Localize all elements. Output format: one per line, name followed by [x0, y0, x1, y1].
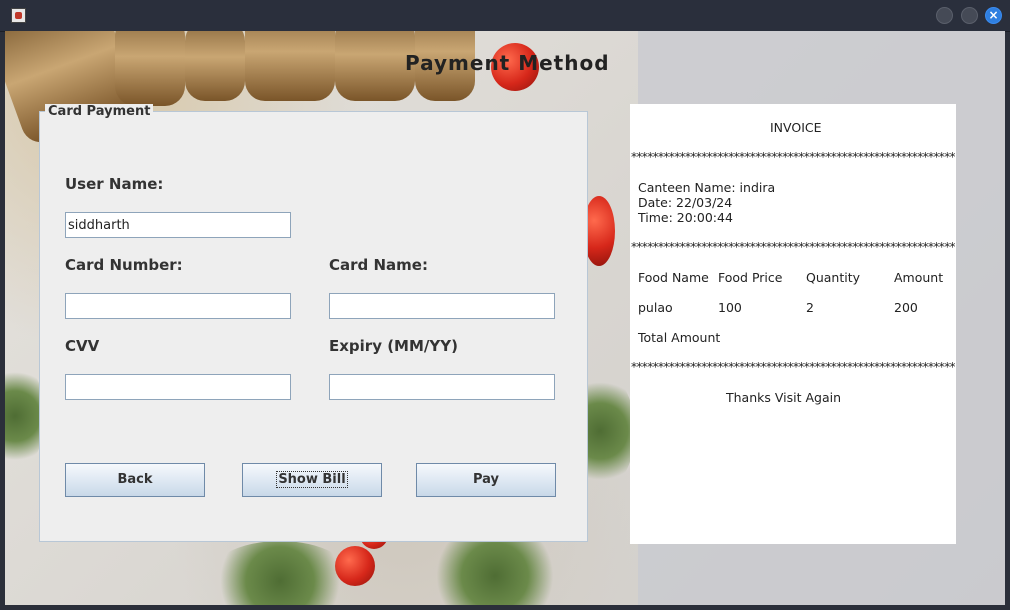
user-name-field[interactable] — [65, 212, 291, 238]
expiry-field[interactable] — [329, 374, 555, 400]
show-bill-button-label: Show Bill — [276, 471, 348, 488]
invoice-date: Date: 22/03/24 — [638, 195, 733, 210]
invoice-separator: ****************************************… — [631, 150, 955, 164]
close-icon: × — [988, 8, 999, 22]
java-app-icon — [11, 8, 26, 23]
close-button[interactable]: × — [985, 7, 1002, 24]
cvv-label: CVV — [65, 337, 100, 355]
card-number-label: Card Number: — [65, 256, 183, 274]
window-titlebar: × — [0, 0, 1010, 32]
expiry-label: Expiry (MM/YY) — [329, 337, 458, 355]
invoice-col-food-price: Food Price — [718, 270, 783, 285]
back-button[interactable]: Back — [65, 463, 205, 497]
pay-button-label: Pay — [472, 472, 500, 487]
invoice-col-quantity: Quantity — [806, 270, 861, 285]
invoice-panel: INVOICE ********************************… — [630, 104, 956, 544]
invoice-row-food-price: 100 — [718, 300, 742, 315]
back-button-label: Back — [117, 472, 153, 487]
window-content: Payment Method Card Payment User Name: C… — [5, 31, 1005, 605]
invoice-col-food-name: Food Name — [638, 270, 709, 285]
show-bill-button[interactable]: Show Bill — [242, 463, 382, 497]
card-payment-legend: Card Payment — [45, 104, 154, 119]
invoice-heading: INVOICE — [770, 120, 822, 135]
invoice-total-label: Total Amount — [638, 330, 721, 345]
cvv-field[interactable] — [65, 374, 291, 400]
card-name-field[interactable] — [329, 293, 555, 319]
card-name-label: Card Name: — [329, 256, 428, 274]
invoice-row-food-name: pulao — [638, 300, 673, 315]
pay-button[interactable]: Pay — [416, 463, 556, 497]
invoice-canteen-name: Canteen Name: indira — [638, 180, 776, 195]
invoice-footer: Thanks Visit Again — [726, 390, 842, 405]
invoice-separator: ****************************************… — [631, 360, 955, 374]
invoice-separator: ****************************************… — [631, 240, 955, 254]
user-name-label: User Name: — [65, 175, 164, 193]
invoice-row-quantity: 2 — [806, 300, 814, 315]
invoice-time: Time: 20:00:44 — [638, 210, 733, 225]
minimize-button[interactable] — [936, 7, 953, 24]
maximize-button[interactable] — [961, 7, 978, 24]
invoice-col-amount: Amount — [894, 270, 944, 285]
invoice-row-amount: 200 — [894, 300, 918, 315]
card-number-field[interactable] — [65, 293, 291, 319]
page-title: Payment Method — [405, 51, 610, 75]
card-payment-panel: Card Payment User Name: Card Number: Car… — [39, 104, 588, 542]
